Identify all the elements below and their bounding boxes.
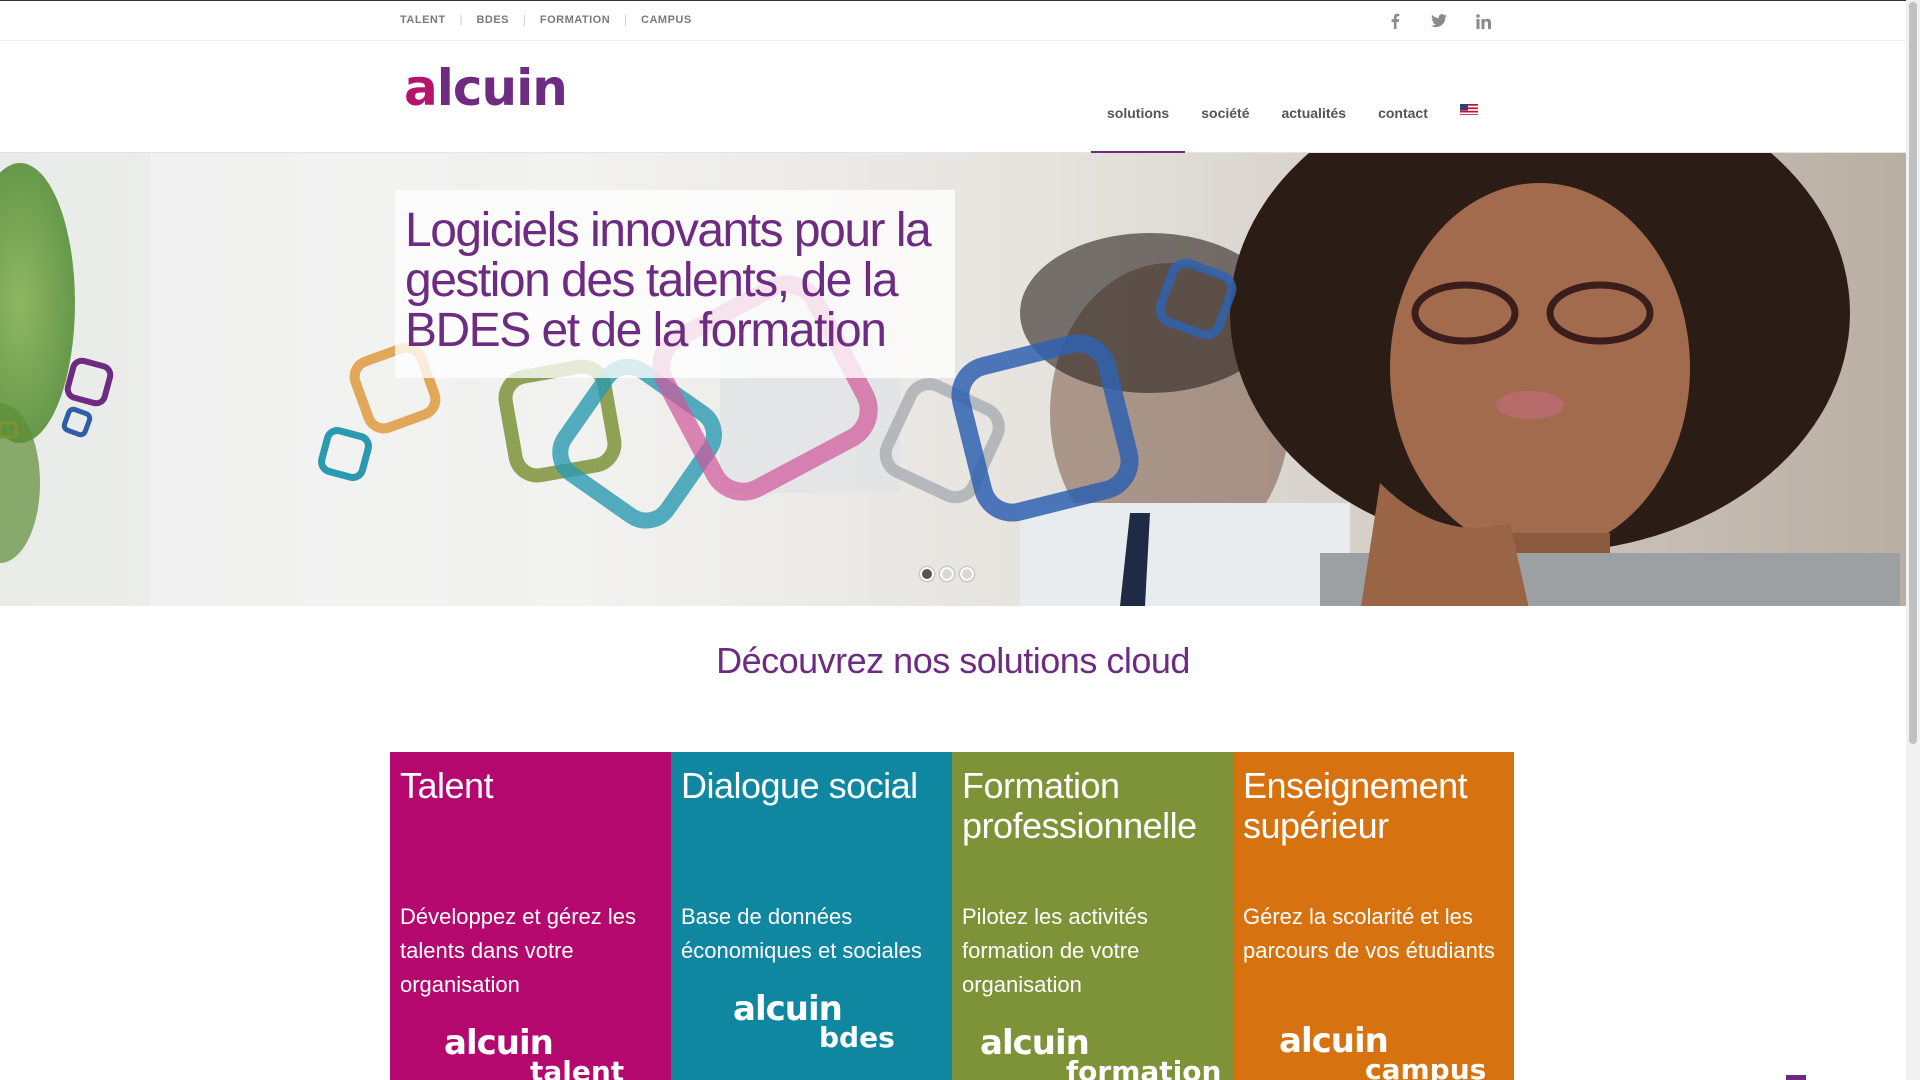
card-description: Pilotez les activités formation de votre… [962,904,1148,997]
linkedin-icon[interactable] [1468,9,1498,33]
toplink-bdes[interactable]: BDES [476,14,509,26]
card-description: Base de données économiques et sociales [681,904,922,963]
back-to-top-button[interactable] [1786,1075,1806,1080]
slide-dot-1[interactable] [920,567,934,581]
slide-dot-3[interactable] [960,567,974,581]
social-links [1380,9,1498,33]
scrollbar-thumb[interactable] [1909,2,1917,744]
card-title: Enseignement supérieur [1243,765,1468,846]
slide-dot-2[interactable] [940,567,954,581]
card-title: Dialogue social [681,765,918,806]
page-scrollbar[interactable] [1906,0,1920,1080]
nav-societe[interactable]: société [1185,41,1265,153]
card-title: Formation professionnelle [962,765,1197,846]
facebook-icon[interactable] [1380,9,1410,33]
toplink-formation[interactable]: FORMATION [540,14,610,26]
alcuin-campus-logo: alcuin campus [1279,1021,1487,1080]
card-description: Développez et gérez les talents dans vot… [400,904,637,997]
language-switch[interactable] [1444,41,1494,153]
solutions-title: Découvrez nos solutions cloud [716,640,1190,681]
separator: | [624,14,628,26]
site-header: alcuin solutions société actualités cont… [0,41,1906,155]
separator: | [459,14,463,26]
slider-dots [920,567,974,581]
nav-solutions[interactable]: solutions [1091,41,1186,155]
separator: | [523,14,526,26]
card-title: Talent [400,765,494,806]
top-bar: TALENT | BDES | FORMATION | CAMPUS [0,0,1906,41]
nav-actualites[interactable]: actualités [1265,41,1362,153]
alcuin-bdes-logo: alcuin bdes [733,989,895,1054]
solution-cards: Talent Développez et gérez les talents d… [390,752,1514,1080]
card-formation[interactable]: Formation professionnelle Pilotez les ac… [952,752,1233,1080]
alcuin-talent-logo: alcuin talent [444,1023,625,1080]
card-dialogue-social[interactable]: Dialogue social Base de données économiq… [671,752,952,1080]
main-nav: solutions société actualités contact [1091,41,1494,155]
card-talent[interactable]: Talent Développez et gérez les talents d… [390,752,671,1080]
nav-contact[interactable]: contact [1362,41,1444,153]
hero-headline: Logiciels innovants pour la gestion des … [405,204,932,357]
hero-headline-box: Logiciels innovants pour la gestion des … [395,190,955,378]
card-description: Gérez la scolarité et les parcours de vo… [1243,904,1495,963]
logo-text: alcuin [404,59,568,117]
toplink-campus[interactable]: CAMPUS [641,14,692,26]
product-links: TALENT | BDES | FORMATION | CAMPUS [400,14,692,26]
us-flag-icon [1459,103,1478,115]
alcuin-formation-logo: alcuin formation [980,1023,1222,1080]
toplink-talent[interactable]: TALENT [400,14,446,26]
alcuin-logo[interactable]: alcuin [404,59,568,117]
hero-slider[interactable]: Logiciels innovants pour la gestion des … [0,153,1906,606]
twitter-icon[interactable] [1424,9,1454,33]
card-enseignement[interactable]: Enseignement supérieur Gérez la scolarit… [1233,752,1514,1080]
